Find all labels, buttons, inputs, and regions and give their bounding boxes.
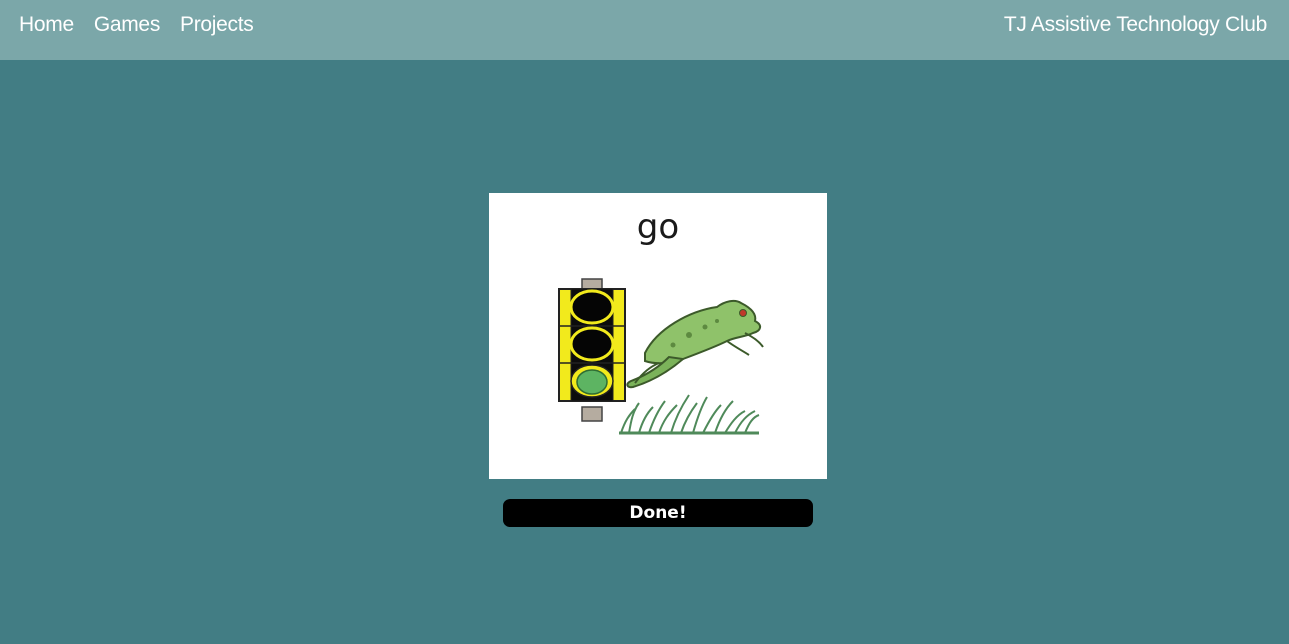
nav-home-link[interactable]: Home [19, 13, 74, 37]
site-brand[interactable]: TJ Assistive Technology Club [1004, 0, 1267, 50]
top-navbar: Home Games Projects TJ Assistive Technol… [0, 0, 1289, 60]
leaping-frog-icon [626, 299, 764, 389]
grass-icon [619, 394, 760, 435]
traffic-light-icon [558, 278, 626, 422]
nav-links: Home Games Projects [19, 0, 273, 50]
picture-card[interactable]: go [489, 193, 827, 479]
nav-games-link[interactable]: Games [94, 13, 160, 37]
nav-projects-link[interactable]: Projects [180, 13, 254, 37]
done-button[interactable]: Done! [503, 499, 813, 527]
card-picture [558, 278, 764, 435]
card-word: go [636, 207, 680, 247]
